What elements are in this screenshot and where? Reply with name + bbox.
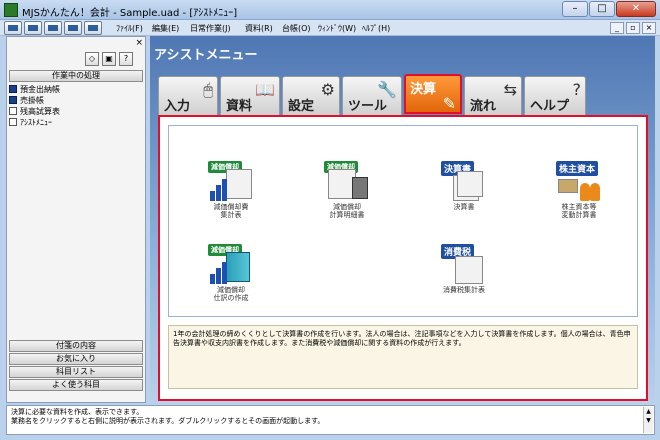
edit-icon: ✎ [442,94,456,113]
task-icons: 減価償却 減価償却費 集計表 減価償却 減価償却 計算明細書 決算書 決算書 株… [168,125,638,317]
toolbar-window-icon[interactable] [84,21,102,35]
toolbar-doc-icon[interactable] [4,21,22,35]
equity-statement-task[interactable]: 株主資本 株主資本等 変動計算書 [539,161,619,219]
help-icon[interactable]: ? [119,52,133,66]
tab-help[interactable]: ヘルプ? [524,76,586,116]
menu-edit[interactable]: 編集(E) [152,23,179,34]
gear-icon: ⚙ [320,80,335,99]
list-item[interactable]: 残高試算表 [9,106,60,117]
toolbar-calc-icon[interactable] [24,21,42,35]
depreciation-summary-task[interactable]: 減価償却 減価償却費 集計表 [191,161,271,219]
section-favorites[interactable]: お気に入り [9,353,143,365]
tab-closing[interactable]: 決算 ✎ [404,74,462,114]
depreciation-journal-task[interactable]: 減価償却 減価償却 仕訳の作成 [191,244,271,302]
menu-file[interactable]: ﾌｧｲﾙ(F) [116,23,143,34]
tax-sheet-icon: 消費税 [441,244,487,284]
app-icon [4,3,18,17]
flow-icon: ⇆ [503,80,517,99]
shareholders-icon: 株主資本 [556,161,602,201]
menu-window[interactable]: ｳｨﾝﾄﾞｳ(W) [318,23,356,34]
mdi-restore-button[interactable]: ▫ [626,22,640,34]
status-bar: 決算に必要な資料を作成、表示できます。 業務名をクリックすると右側に説明が表示さ… [6,405,655,435]
financial-statements-task[interactable]: 決算書 決算書 [424,161,504,211]
menu-ledger[interactable]: 台帳(O) [282,23,311,34]
report-icon [9,107,17,115]
list-item[interactable]: 預金出納帳 [9,84,60,95]
menu-reports[interactable]: 資料(R) [245,23,273,34]
ledger-icon [9,85,17,93]
menu-bar: ﾌｧｲﾙ(F) 編集(E) 日常作業(J) 資料(R) 台帳(O) ｳｨﾝﾄﾞｳ… [0,20,660,36]
toolbar-list-icon[interactable] [64,21,82,35]
section-account-list[interactable]: 科目リスト [9,366,143,378]
book-icon[interactable]: ▣ [102,52,116,66]
depreciation-calculator-icon: 減価償却 [324,161,370,201]
pane-close-button[interactable]: × [135,38,143,48]
status-line-1: 決算に必要な資料を作成、表示できます。 [11,408,144,416]
list-item[interactable]: 売掛帳 [9,95,44,106]
toolbar-printer-icon[interactable] [44,21,62,35]
menu-icon [9,118,17,126]
sticky-note-icon[interactable]: ◇ [85,52,99,66]
menu-daily[interactable]: 日常作業(J) [190,23,231,34]
tools-icon: 🔧 [377,80,397,99]
depreciation-book-icon: 減価償却 [208,244,254,284]
help-icon: ? [572,80,582,99]
minimize-button[interactable]: – [562,1,588,17]
closing-panel: 減価償却 減価償却費 集計表 減価償却 減価償却 計算明細書 決算書 決算書 株… [158,115,648,401]
list-item[interactable]: ｱｼｽﾄﾒﾆｭｰ [9,117,52,128]
title-bar: MJSかんたん！会計 - Sample.uad - [ｱｼｽﾄﾒﾆｭｰ] – □… [0,0,660,20]
close-button[interactable]: ✕ [616,1,656,17]
status-scrollbar[interactable]: ▲ ▼ [643,407,653,433]
description-box: 1年の会計処理の締めくくりとして決算書の作成を行います。法人の場合は、注記事項な… [168,325,638,389]
maximize-button[interactable]: □ [589,1,615,17]
ledger-icon [9,96,17,104]
consumption-tax-task[interactable]: 消費税 消費税集計表 [424,244,504,294]
document-stack-icon: 決算書 [441,161,487,201]
mdi-close-button[interactable]: × [642,22,656,34]
tab-materials[interactable]: 資料 📖 [220,76,280,116]
depreciation-detail-task[interactable]: 減価償却 減価償却 計算明細書 [307,161,387,219]
book-icon: 📖 [255,80,275,99]
section-current-work[interactable]: 作業中の処理 [9,70,143,82]
pane-icon-buttons: ◇ ▣ ? [85,52,133,66]
tab-settings[interactable]: 設定 ⚙ [282,76,340,116]
section-frequent-accounts[interactable]: よく使う科目 [9,379,143,391]
section-sticky-notes[interactable]: 付箋の内容 [9,340,143,352]
mdi-minimize-button[interactable]: _ [610,22,624,34]
status-line-2: 業務名をクリックすると右側に説明が表示されます。ダブルクリックするとその画面が起… [11,417,325,425]
tab-flow[interactable]: 流れ ⇆ [464,76,522,116]
assist-menu: アシストメニュー 入力 🖱 資料 📖 設定 ⚙ ツール 🔧 決算 ✎ 流れ ⇆ ヘルプ? 減… [150,36,655,404]
mouse-icon: 🖱 [203,80,213,99]
depreciation-chart-icon: 減価償却 [208,161,254,201]
menu-help[interactable]: ﾍﾙﾌﾟ(H) [362,23,390,34]
window-title: MJSかんたん！会計 - Sample.uad - [ｱｼｽﾄﾒﾆｭｰ] [22,8,238,19]
tab-input[interactable]: 入力 🖱 [158,76,218,116]
mdi-controls: _ ▫ × [610,22,656,34]
window-controls: – □ ✕ [562,1,656,17]
left-pane: × ◇ ▣ ? 作業中の処理 預金出納帳 売掛帳 残高試算表 ｱｼｽﾄﾒﾆｭｰ … [6,36,146,403]
tab-tools[interactable]: ツール 🔧 [342,76,402,116]
page-title: アシストメニュー [154,48,258,63]
